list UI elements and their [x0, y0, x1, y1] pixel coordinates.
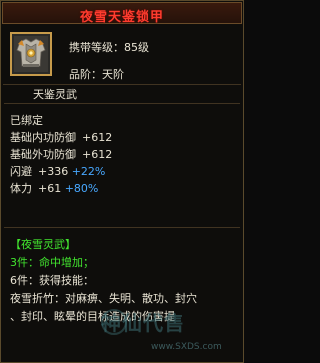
armor-icon	[14, 36, 48, 72]
set-skill-line-1: 夜雪折竹：对麻痹、失明、散功、封穴	[10, 292, 197, 305]
set-piece-6: 6件：获得技能：	[10, 274, 94, 287]
stat-label: 闪避	[10, 165, 32, 178]
divider	[4, 103, 240, 104]
item-header: 携带等级：85级 品阶：天阶	[3, 25, 241, 85]
divider	[4, 227, 240, 228]
stats-block: 已绑定 基础内功防御 +612 基础外功防御 +612 闪避 +336 +22% 体力…	[10, 112, 238, 197]
item-icon-slot[interactable]	[10, 32, 52, 76]
stat-line: 闪避 +336 +22%	[10, 163, 238, 180]
stat-value: +61	[38, 182, 62, 195]
stat-line: 体力 +61 +80%	[10, 180, 238, 197]
stat-line: 基础外功防御 +612	[10, 146, 238, 163]
carry-level: 携带等级：85级	[69, 41, 149, 54]
stat-label: 基础外功防御	[10, 148, 76, 161]
stat-bonus: +22%	[71, 165, 106, 178]
item-tooltip: 夜雪天鉴锁甲 携带等级：85级 品阶：天阶 天鉴灵武 已绑定 基础内功防御 +61…	[0, 0, 244, 363]
watermark: 神仙代售	[101, 311, 185, 335]
stat-label: 基础内功防御	[10, 131, 76, 144]
title-bar: 夜雪天鉴锁甲	[2, 2, 242, 25]
watermark-url: www.SXDS.com	[151, 342, 222, 352]
stat-value: +612	[82, 131, 113, 144]
stat-label: 体力	[10, 182, 32, 195]
stat-line: 基础内功防御 +612	[10, 129, 238, 146]
stat-bonus: +80%	[64, 182, 99, 195]
set-piece-3: 3件：命中增加；	[10, 256, 94, 269]
bound-status: 已绑定	[10, 114, 43, 127]
set-title: 【夜雪灵武】	[10, 238, 76, 251]
item-series-name: 天鉴灵武	[33, 88, 77, 101]
stat-value: +612	[82, 148, 113, 161]
stat-value: +336	[38, 165, 69, 178]
item-rank: 品阶：天阶	[69, 68, 124, 81]
item-title: 夜雪天鉴锁甲	[79, 10, 164, 25]
